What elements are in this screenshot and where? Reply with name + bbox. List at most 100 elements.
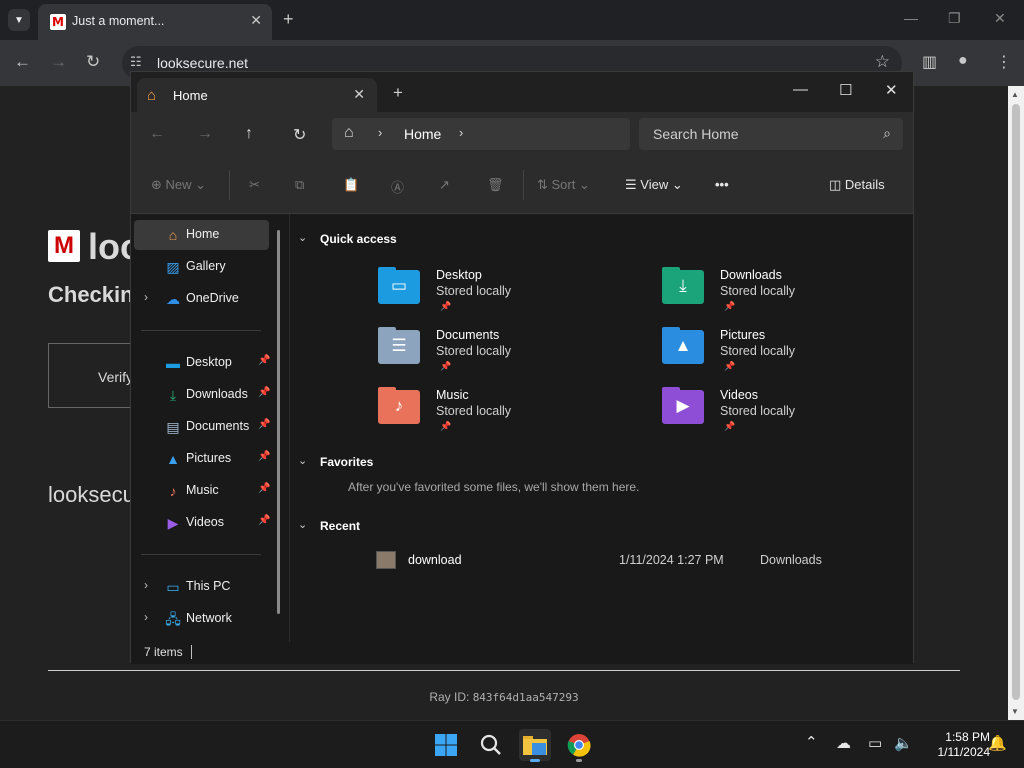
nav-label: Downloads <box>186 387 248 401</box>
details-button[interactable]: ◫ Details <box>829 177 885 193</box>
new-tab-button[interactable]: + <box>283 9 294 30</box>
nav-pictures[interactable]: ▲ Pictures 📌 <box>134 444 270 474</box>
share-icon[interactable]: ↗ <box>439 177 450 193</box>
desktop-glyph: ▭ <box>390 276 408 295</box>
explorer-tab[interactable]: ⌂ Home ✕ <box>137 78 377 112</box>
nav-gallery[interactable]: ▨ Gallery <box>134 252 269 282</box>
bookmark-star-icon[interactable]: ☆ <box>875 52 890 72</box>
chevron-down-icon[interactable]: ⌄ <box>298 454 307 467</box>
chevron-right-icon[interactable]: › <box>459 125 463 140</box>
nav-downloads[interactable]: ⤓ Downloads 📌 <box>134 380 271 410</box>
nav-onedrive[interactable]: › ☁ OneDrive <box>134 284 269 314</box>
site-info-icon[interactable]: ☷ <box>130 54 142 70</box>
quick-access-desktop[interactable]: ▭ Desktop Stored locally 📌 <box>378 267 638 324</box>
side-panel-icon[interactable]: ▥ <box>922 52 937 72</box>
recent-header[interactable]: ⌄ Recent <box>298 519 360 533</box>
rename-icon[interactable]: Ⓐ <box>391 177 404 196</box>
up-icon[interactable]: ↑ <box>245 125 253 143</box>
search-taskbar-button[interactable] <box>475 729 507 761</box>
chevron-down-icon[interactable]: ⌄ <box>298 231 307 244</box>
search-box[interactable]: Search Home ⌕ <box>639 118 903 150</box>
paste-icon[interactable]: 📋 <box>343 177 359 193</box>
cloud-icon: ☁ <box>166 291 180 307</box>
nav-home[interactable]: ⌂ Home <box>134 220 269 250</box>
copy-icon[interactable]: ⧉ <box>295 177 304 193</box>
search-input[interactable]: Search Home <box>653 126 739 142</box>
network-icon[interactable]: ▭ <box>868 734 882 752</box>
nav-label: Gallery <box>186 259 226 273</box>
new-tab-button[interactable]: + <box>393 83 403 103</box>
clock-time: 1:58 PM <box>945 730 990 744</box>
quick-access-header[interactable]: ⌄ Quick access <box>298 232 397 246</box>
nav-music[interactable]: ♪ Music 📌 <box>134 476 271 506</box>
more-options-icon[interactable]: ••• <box>715 177 729 192</box>
file-date: 1/11/2024 1:27 PM <box>619 553 724 567</box>
onedrive-offline-icon[interactable]: ☁ <box>836 734 851 752</box>
forward-icon[interactable]: → <box>197 125 213 143</box>
url-text[interactable]: looksecure.net <box>157 55 248 71</box>
clock[interactable]: 1:58 PM 1/11/2024 <box>910 730 991 760</box>
browser-tab[interactable]: M Just a moment... ✕ <box>38 4 272 40</box>
file-explorer-taskbar-button[interactable] <box>519 729 551 762</box>
refresh-icon[interactable]: ↻ <box>293 125 306 145</box>
nav-documents[interactable]: ▤ Documents 📌 <box>134 412 270 442</box>
breadcrumb[interactable]: ⌂ › Home › <box>332 118 630 150</box>
back-icon[interactable]: ← <box>14 52 31 72</box>
chevron-right-icon[interactable]: › <box>144 610 148 624</box>
forward-icon[interactable]: → <box>50 52 67 72</box>
scroll-down-icon[interactable]: ▼ <box>1011 707 1019 716</box>
recent-file-row[interactable]: download 1/11/2024 1:27 PM Downloads <box>376 550 896 574</box>
scrollbar-thumb[interactable] <box>1012 104 1020 700</box>
music-icon: ♪ <box>169 483 177 499</box>
sort-button[interactable]: ⇅ Sort ⌄ <box>537 177 590 193</box>
nav-videos[interactable]: ▶ Videos 📌 <box>134 508 271 538</box>
breadcrumb-home[interactable]: Home <box>404 126 441 142</box>
nav-this-pc[interactable]: › ▭ This PC <box>134 572 269 602</box>
tab-search-button[interactable]: ▼ <box>8 9 30 31</box>
restore-icon[interactable]: ❐ <box>948 10 961 27</box>
favorites-header[interactable]: ⌄ Favorites <box>298 455 373 469</box>
quick-access-music[interactable]: ♪ Music Stored locally 📌 <box>378 387 638 444</box>
close-tab-icon[interactable]: ✕ <box>353 86 365 103</box>
quick-access-documents[interactable]: ☰ Documents Stored locally 📌 <box>378 327 638 384</box>
site-favicon: M <box>50 14 66 30</box>
nav-desktop[interactable]: ▬ Desktop 📌 <box>134 348 271 378</box>
close-tab-icon[interactable]: ✕ <box>250 12 262 29</box>
minimize-icon[interactable]: — <box>904 10 918 26</box>
menu-icon[interactable]: ⋮ <box>996 52 1012 72</box>
back-icon[interactable]: ← <box>149 125 165 143</box>
view-button[interactable]: ☰ View ⌄ <box>625 177 683 193</box>
nav-scrollbar[interactable] <box>277 230 280 614</box>
maximize-icon[interactable]: ☐ <box>839 81 852 99</box>
folder-pictures-icon: ▲ <box>662 327 704 364</box>
pin-icon: 📌 <box>724 361 736 371</box>
minimize-icon[interactable]: — <box>793 81 808 98</box>
profile-icon[interactable]: ● <box>958 52 968 70</box>
chrome-taskbar-button[interactable] <box>563 729 595 762</box>
quick-access-pictures[interactable]: ▲ Pictures Stored locally 📌 <box>662 327 922 384</box>
chevron-right-icon[interactable]: › <box>144 578 148 592</box>
start-button[interactable] <box>430 729 462 761</box>
notification-bell-icon[interactable]: 🔔 <box>988 734 1007 752</box>
search-icon[interactable]: ⌕ <box>883 125 891 142</box>
delete-icon[interactable]: 🗑 <box>487 177 504 193</box>
nav-network[interactable]: › 🖧 Network <box>134 604 269 634</box>
chevron-up-icon[interactable]: ⌃ <box>805 733 818 751</box>
chevron-right-icon[interactable]: › <box>144 290 148 304</box>
cut-icon[interactable]: ✂ <box>249 177 260 193</box>
close-window-icon[interactable]: ✕ <box>885 81 898 99</box>
item-name: Videos <box>720 388 758 402</box>
reload-icon[interactable]: ↻ <box>86 52 100 72</box>
page-scrollbar[interactable]: ▲ ▼ <box>1008 86 1024 720</box>
quick-access-downloads[interactable]: ⤓ Downloads Stored locally 📌 <box>662 267 922 324</box>
close-window-icon[interactable]: ✕ <box>994 10 1006 27</box>
new-button[interactable]: ⊕ New ⌄ <box>151 177 206 193</box>
folder-tab <box>378 327 396 334</box>
home-icon[interactable]: ⌂ <box>344 124 354 142</box>
pin-icon: 📌 <box>258 355 271 366</box>
chevron-right-icon[interactable]: › <box>378 125 382 140</box>
chevron-down-icon[interactable]: ⌄ <box>298 518 307 531</box>
quick-access-videos[interactable]: ▶ Videos Stored locally 📌 <box>662 387 922 444</box>
scroll-up-icon[interactable]: ▲ <box>1011 90 1019 99</box>
video-glyph: ▶ <box>676 396 690 415</box>
